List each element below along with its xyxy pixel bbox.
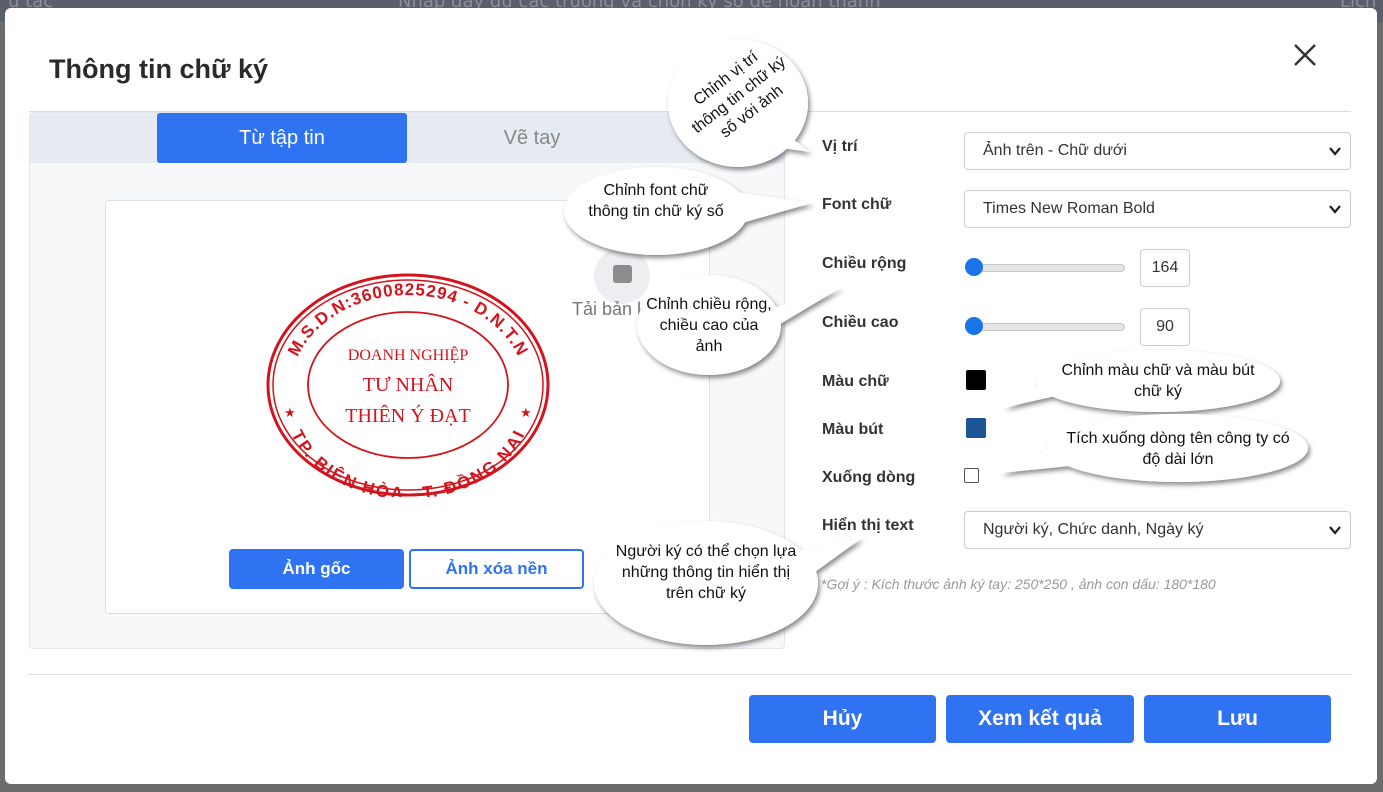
display-text-select-value: Người ký, Chức danh, Ngày ký: [983, 521, 1204, 538]
upload-icon[interactable]: [594, 248, 650, 304]
cancel-button[interactable]: Hủy: [749, 695, 936, 743]
height-slider[interactable]: [965, 317, 1125, 335]
stamp-line-1: DOANH NGHIỆP: [348, 345, 469, 364]
font-select[interactable]: Times New Roman Bold: [964, 190, 1351, 228]
upload-label[interactable]: Tải bản k: [572, 299, 646, 320]
svg-text:★: ★: [520, 406, 532, 421]
chevron-down-icon: [1329, 526, 1341, 535]
callout-font-text: Chỉnh font chữ thông tin chữ ký số: [588, 182, 724, 220]
modal-title: Thông tin chữ ký: [49, 54, 269, 84]
position-select-value: Ảnh trên - Chữ dưới: [983, 142, 1127, 159]
svg-text:★: ★: [284, 406, 296, 421]
stamp-outer-bottom-text: TP. BIÊN HÒA - T. ĐỒNG NAI: [287, 427, 527, 497]
callout-line-break-text: Tích xuống dòng tên công ty có độ dài lớ…: [1066, 430, 1290, 468]
width-slider-thumb[interactable]: [965, 258, 983, 276]
close-icon[interactable]: [1288, 38, 1322, 72]
line-break-label: Xuống dòng: [822, 469, 916, 486]
position-select[interactable]: Ảnh trên - Chữ dưới: [964, 132, 1351, 170]
callout-color-text: Chỉnh màu chữ và màu bút chữ ký: [1061, 362, 1255, 400]
font-select-value: Times New Roman Bold: [983, 200, 1155, 217]
tab-draw[interactable]: Vẽ tay: [407, 113, 657, 163]
width-slider[interactable]: [965, 258, 1125, 276]
preview-button[interactable]: Xem kết quả: [946, 695, 1134, 743]
company-stamp-image: M.S.D.N:3600825294 - D.N.T.N TP. BIÊN HÒ…: [266, 273, 550, 497]
svg-text:TP. BIÊN HÒA - T. ĐỒNG NAI: TP. BIÊN HÒA - T. ĐỒNG NAI: [287, 427, 528, 497]
line-break-checkbox[interactable]: [964, 468, 979, 483]
width-label: Chiều rộng: [822, 255, 907, 272]
pen-color-label: Màu bút: [822, 421, 884, 438]
chevron-down-icon: [1329, 205, 1341, 214]
height-input[interactable]: 90: [1140, 308, 1190, 346]
save-button[interactable]: Lưu: [1144, 695, 1331, 743]
callout-size-text: Chỉnh chiều rộng, chiều cao của ảnh: [646, 296, 772, 355]
callout-display-text: Người ký có thể chọn lựa những thông tin…: [615, 543, 797, 602]
footer-divider: [29, 674, 1351, 675]
display-text-select[interactable]: Người ký, Chức danh, Ngày ký: [964, 511, 1351, 549]
pen-color-swatch[interactable]: [966, 418, 986, 438]
tab-from-file[interactable]: Từ tập tin: [157, 113, 407, 163]
stamp-line-2: TƯ NHÂN: [363, 373, 454, 396]
height-label: Chiều cao: [822, 314, 899, 331]
size-hint: *Gợi ý : Kích thước ảnh ký tay: 250*250 …: [821, 576, 1216, 592]
position-label: Vị trí: [822, 138, 858, 155]
source-tabs: Từ tập tin Vẽ tay: [30, 113, 784, 163]
stamp-line-3: THIÊN Ý ĐẠT: [345, 404, 471, 427]
original-image-button[interactable]: Ảnh gốc: [229, 549, 404, 589]
height-slider-thumb[interactable]: [965, 317, 983, 335]
remove-background-button[interactable]: Ảnh xóa nền: [409, 549, 584, 589]
font-label: Font chữ: [822, 196, 892, 213]
text-color-swatch[interactable]: [966, 370, 986, 390]
display-text-label: Hiển thị text: [822, 517, 914, 534]
width-input[interactable]: 164: [1140, 249, 1190, 287]
text-color-label: Màu chữ: [822, 373, 889, 390]
chevron-down-icon: [1329, 147, 1341, 156]
